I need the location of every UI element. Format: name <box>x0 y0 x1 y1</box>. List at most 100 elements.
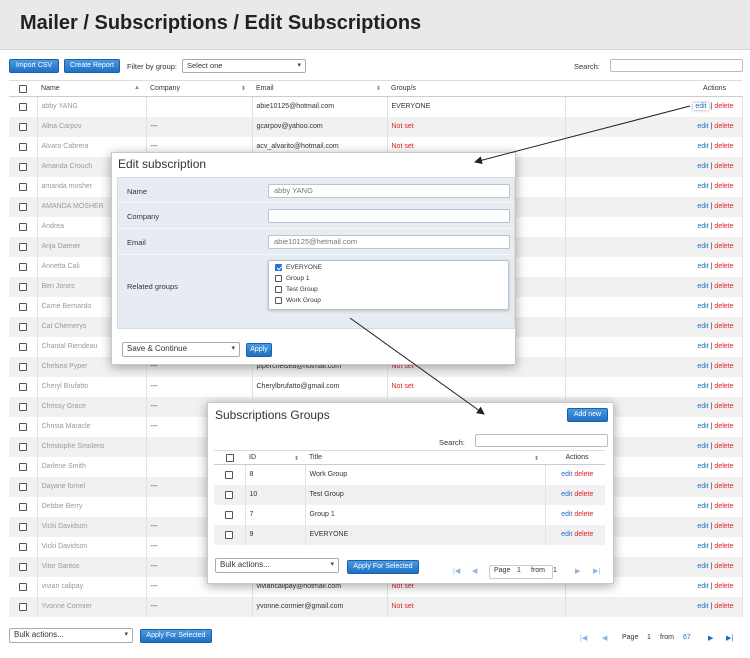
row-checkbox[interactable] <box>18 202 27 211</box>
row-select-cell[interactable] <box>9 96 38 117</box>
delete-link[interactable]: delete <box>574 511 593 518</box>
groups-page-number[interactable]: 1 <box>517 567 521 574</box>
delete-link[interactable]: delete <box>714 543 733 550</box>
edit-link[interactable]: edit <box>697 423 708 430</box>
row-checkbox[interactable] <box>18 502 27 511</box>
row-checkbox[interactable] <box>18 122 27 131</box>
row-select-cell[interactable] <box>9 176 38 197</box>
row-select-cell[interactable] <box>9 196 38 217</box>
delete-link[interactable]: delete <box>714 283 733 290</box>
edit-link[interactable]: edit <box>697 223 708 230</box>
row-select-cell[interactable] <box>9 476 38 497</box>
row-select-cell[interactable] <box>9 116 38 137</box>
row-checkbox[interactable] <box>18 142 27 151</box>
delete-link[interactable]: delete <box>574 471 593 478</box>
edit-link[interactable]: edit <box>693 103 709 111</box>
page-number[interactable]: 1 <box>647 634 651 641</box>
edit-link[interactable]: edit <box>697 323 708 330</box>
row-checkbox[interactable] <box>18 322 27 331</box>
add-new-group-button[interactable]: Add new <box>567 408 608 422</box>
edit-link[interactable]: edit <box>697 343 708 350</box>
groups-search-input[interactable] <box>475 434 608 447</box>
row-select-cell[interactable] <box>9 576 38 597</box>
delete-link[interactable]: delete <box>714 123 733 130</box>
delete-link[interactable]: delete <box>714 243 733 250</box>
row-checkbox[interactable] <box>225 470 234 479</box>
edit-link[interactable]: edit <box>697 283 708 290</box>
row-select-cell[interactable] <box>9 276 38 297</box>
delete-link[interactable]: delete <box>714 103 733 110</box>
row-select-cell[interactable] <box>9 456 38 477</box>
edit-link[interactable]: edit <box>697 183 708 190</box>
delete-link[interactable]: delete <box>714 303 733 310</box>
delete-link[interactable]: delete <box>714 323 733 330</box>
edit-link[interactable]: edit <box>697 163 708 170</box>
prev-page-icon[interactable]: ◀ <box>602 634 607 642</box>
row-select-cell[interactable] <box>214 504 246 525</box>
edit-link[interactable]: edit <box>561 471 572 478</box>
row-select-cell[interactable] <box>214 464 246 485</box>
row-checkbox[interactable] <box>18 282 27 291</box>
edit-link[interactable]: edit <box>697 503 708 510</box>
delete-link[interactable]: delete <box>714 383 733 390</box>
delete-link[interactable]: delete <box>714 563 733 570</box>
row-select-cell[interactable] <box>9 396 38 417</box>
edit-link[interactable]: edit <box>697 263 708 270</box>
edit-link[interactable]: edit <box>561 531 572 538</box>
select-all-checkbox[interactable] <box>19 84 27 93</box>
row-checkbox[interactable] <box>18 442 27 451</box>
row-checkbox[interactable] <box>225 490 234 499</box>
edit-link[interactable]: edit <box>697 483 708 490</box>
first-page-icon[interactable]: |◀ <box>580 634 587 642</box>
bulk-actions-select[interactable]: Bulk actions... ▾ <box>9 628 133 643</box>
name-field[interactable]: abby YANG <box>268 184 510 198</box>
row-checkbox[interactable] <box>225 510 234 519</box>
row-select-cell[interactable] <box>9 536 38 557</box>
row-select-cell[interactable] <box>214 524 246 545</box>
row-select-cell[interactable] <box>9 436 38 457</box>
delete-link[interactable]: delete <box>714 203 733 210</box>
edit-link[interactable]: edit <box>697 143 708 150</box>
group-checkbox[interactable] <box>275 286 282 293</box>
row-select-cell[interactable] <box>9 516 38 537</box>
delete-link[interactable]: delete <box>714 363 733 370</box>
group-option-test-group[interactable]: Test Group <box>275 286 318 293</box>
row-select-cell[interactable] <box>9 416 38 437</box>
edit-link[interactable]: edit <box>561 511 572 518</box>
row-select-cell[interactable] <box>9 356 38 377</box>
row-checkbox[interactable] <box>18 482 27 491</box>
groups-bulk-actions-select[interactable]: Bulk actions... ▾ <box>215 558 339 573</box>
row-checkbox[interactable] <box>18 162 27 171</box>
column-title[interactable]: Title ⬍ <box>305 450 545 465</box>
company-field[interactable] <box>268 209 510 223</box>
row-select-cell[interactable] <box>9 376 38 397</box>
edit-link[interactable]: edit <box>697 543 708 550</box>
edit-link[interactable]: edit <box>697 563 708 570</box>
row-checkbox[interactable] <box>18 262 27 271</box>
delete-link[interactable]: delete <box>714 583 733 590</box>
row-checkbox[interactable] <box>225 530 234 539</box>
column-company[interactable]: Company ⬍ <box>146 80 252 97</box>
column-name[interactable]: Name ▲ <box>37 80 146 97</box>
row-select-cell[interactable] <box>9 256 38 277</box>
save-action-select[interactable]: Save & Continue ▾ <box>122 342 240 357</box>
row-checkbox[interactable] <box>18 582 27 591</box>
delete-link[interactable]: delete <box>714 223 733 230</box>
row-checkbox[interactable] <box>18 102 27 111</box>
row-select-cell[interactable] <box>9 496 38 517</box>
row-select-cell[interactable] <box>9 236 38 257</box>
delete-link[interactable]: delete <box>714 343 733 350</box>
row-select-cell[interactable] <box>9 336 38 357</box>
first-page-icon[interactable]: |◀ <box>453 567 460 575</box>
apply-for-selected-button[interactable]: Apply For Selected <box>140 629 212 643</box>
delete-link[interactable]: delete <box>714 443 733 450</box>
row-select-cell[interactable] <box>9 216 38 237</box>
edit-link[interactable]: edit <box>697 443 708 450</box>
filter-group-select[interactable]: Select one ▾ <box>182 59 306 73</box>
group-option-group-1[interactable]: Group 1 <box>275 275 310 282</box>
row-checkbox[interactable] <box>18 462 27 471</box>
prev-page-icon[interactable]: ◀ <box>472 567 477 575</box>
row-select-cell[interactable] <box>9 596 38 617</box>
column-id[interactable]: ID ⬍ <box>245 450 305 465</box>
group-checkbox[interactable] <box>275 297 282 304</box>
